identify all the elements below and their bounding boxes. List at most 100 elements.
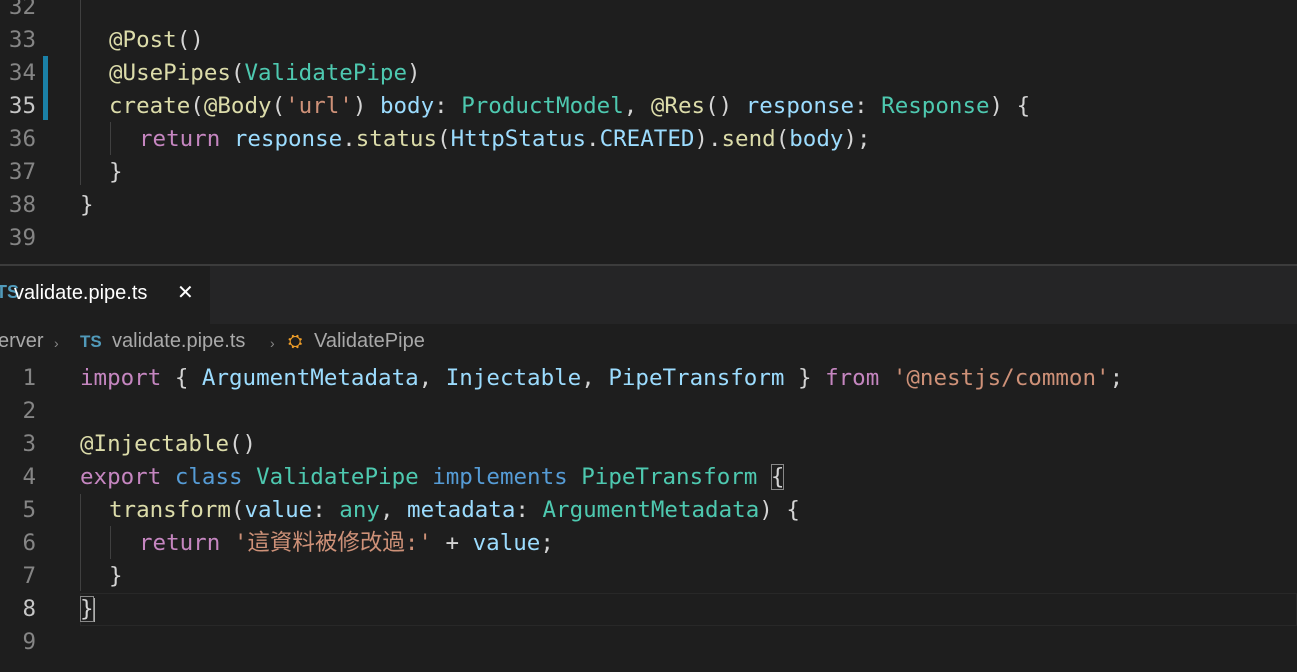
line-number: 3 [22, 431, 36, 457]
code-line[interactable]: 39 [0, 222, 1297, 255]
line-number: 9 [22, 629, 36, 655]
code-token: ( [230, 60, 245, 86]
breadcrumb-file[interactable]: validate.pipe.ts [112, 330, 245, 353]
code-token: } [784, 365, 826, 391]
code-text: } [109, 560, 123, 593]
code-token: import [80, 365, 162, 391]
code-token: } [80, 192, 94, 218]
line-number: 2 [22, 398, 36, 424]
code-line[interactable]: 38} [0, 189, 1297, 222]
code-token: @Res [650, 93, 706, 119]
code-line[interactable]: 8} [0, 593, 1297, 626]
line-number: 4 [22, 464, 36, 490]
code-token: HttpStatus [450, 126, 587, 152]
code-line[interactable]: 36 return response.status(HttpStatus.CREA… [0, 123, 1297, 156]
code-token: PipeTransform [608, 365, 785, 391]
code-token: implements [432, 464, 568, 490]
code-token: body [379, 93, 435, 119]
code-token: ( [437, 126, 451, 152]
code-text: create(@Body('url') body: ProductModel, … [109, 90, 1030, 123]
code-token: ); [843, 126, 871, 152]
tab-validate-pipe[interactable]: TS validate.pipe.ts ✕ [0, 266, 210, 324]
code-token: response [745, 93, 855, 119]
typescript-file-icon: TS [80, 332, 102, 351]
code-token: ( [775, 126, 790, 152]
code-token: ArgumentMetadata [542, 497, 760, 523]
code-token: () [176, 27, 204, 53]
line-number: 38 [8, 192, 36, 218]
line-number: 32 [8, 0, 36, 20]
code-token: ) { [989, 93, 1031, 119]
code-token: return [139, 126, 221, 152]
code-token: class [174, 464, 243, 490]
code-line[interactable]: 33 @Post() [0, 24, 1297, 57]
code-token: ; [540, 530, 554, 556]
code-line[interactable]: 9 [0, 626, 1297, 659]
code-text: @UsePipes(ValidatePipe) [109, 57, 421, 90]
code-token: () [705, 93, 746, 119]
code-token: Injectable [445, 365, 582, 391]
code-token: Response [881, 93, 990, 119]
code-token: @Injectable [80, 431, 230, 457]
code-line[interactable]: 5 transform(value: any, metadata: Argumen… [0, 494, 1297, 527]
close-icon[interactable]: ✕ [177, 280, 194, 304]
code-text: import { ArgumentMetadata, Injectable, P… [80, 362, 1123, 395]
code-token: ) { [759, 497, 800, 523]
code-text: return response.status(HttpStatus.CREATE… [139, 123, 871, 156]
line-number: 34 [8, 60, 36, 86]
code-token: : [434, 93, 462, 119]
code-token: send [721, 126, 776, 152]
code-line[interactable]: 32 [0, 0, 1297, 24]
line-number: 8 [22, 596, 36, 622]
code-token: ) [352, 93, 380, 119]
code-token: @Body [203, 93, 272, 119]
code-line[interactable]: 6 return '這資料被修改過:' + value; [0, 527, 1297, 560]
line-number: 39 [8, 225, 36, 251]
code-token: export [80, 464, 162, 490]
code-line[interactable]: 4 export class ValidatePipe implements Pi… [0, 461, 1297, 494]
code-line[interactable]: 37} [0, 156, 1297, 189]
code-text: } [80, 189, 94, 222]
code-token: ValidatePipe [256, 464, 419, 490]
tab-label: validate.pipe.ts [14, 282, 148, 304]
code-token: , [581, 365, 609, 391]
code-token: transform [109, 497, 231, 523]
code-line[interactable]: 34 @UsePipes(ValidatePipe) [0, 57, 1297, 90]
code-token: from [825, 365, 880, 391]
breadcrumb-symbol[interactable]: ValidatePipe [314, 330, 425, 353]
code-line[interactable]: 35 create(@Body('url') body: ProductModel… [0, 90, 1297, 123]
line-number: 5 [22, 497, 36, 523]
text-cursor [92, 597, 95, 622]
code-token: '這資料被修改過:' [233, 530, 432, 556]
code-line[interactable]: 7} [0, 560, 1297, 593]
code-token: , [379, 497, 408, 523]
code-token: ( [271, 93, 286, 119]
code-token: ProductModel [461, 93, 624, 119]
code-token: status [355, 126, 438, 152]
code-token: '@nestjs/common' [892, 365, 1110, 391]
code-line[interactable]: 1 import { ArgumentMetadata, Injectable, … [0, 362, 1297, 395]
code-line[interactable]: 3 @Injectable() [0, 428, 1297, 461]
code-token: ; [1109, 365, 1124, 391]
code-token: , [623, 93, 651, 119]
code-token: + [431, 530, 473, 556]
code-token: ) [407, 60, 421, 86]
breadcrumb-folder[interactable]: erver [0, 330, 44, 353]
code-line[interactable]: 2 [0, 395, 1297, 428]
line-number: 6 [22, 530, 36, 556]
code-token: body [789, 126, 844, 152]
line-number: 36 [8, 126, 36, 152]
chevron-right-icon: › [270, 335, 275, 351]
code-token: PipeTransform [581, 464, 758, 490]
code-token: 'url' [285, 93, 353, 119]
code-token: create [109, 93, 191, 119]
code-text: @Injectable() [80, 428, 256, 461]
code-text: export class ValidatePipe implements Pip… [80, 461, 785, 494]
top-editor-pane[interactable]: 32 33 @Post() 34 @UsePipes(ValidatePipe) 35 cr… [0, 0, 1297, 264]
code-token: value [244, 497, 313, 523]
code-token: value [472, 530, 541, 556]
